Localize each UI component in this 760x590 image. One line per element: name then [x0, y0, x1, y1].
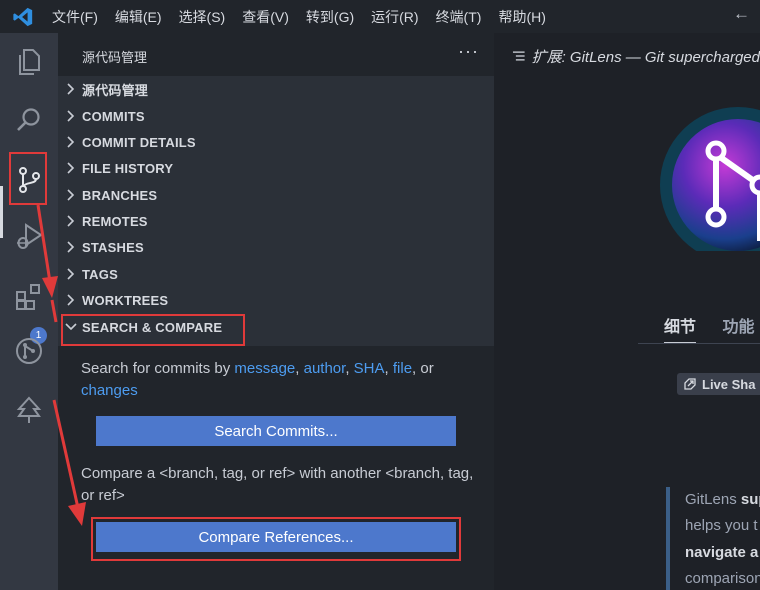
- chevron-right-icon: [67, 162, 75, 174]
- link-changes[interactable]: changes: [81, 382, 138, 399]
- active-indicator: [0, 186, 3, 238]
- section-tags[interactable]: TAGS: [58, 261, 494, 287]
- quote-bar: [666, 487, 670, 590]
- chevron-right-icon: [67, 136, 75, 148]
- desc-plain: helps you t: [685, 517, 758, 534]
- highlight-search-compare: [61, 314, 245, 346]
- description-line-1: GitLens sup: [685, 491, 760, 508]
- desc-bold: navigate a: [685, 544, 759, 561]
- sections-panel: 源代码管理 COMMITS COMMIT DETAILS FILE HISTOR…: [58, 76, 494, 346]
- sidebar: 源代码管理 ··· 源代码管理 COMMITS COMMIT DETAILS F…: [58, 33, 494, 590]
- menu-terminal[interactable]: 终端(T): [436, 7, 482, 27]
- compare-description: Compare a <branch, tag, or ref> with ano…: [81, 465, 474, 504]
- chevron-right-icon: [67, 268, 75, 280]
- section-label: BRANCHES: [82, 187, 158, 203]
- extensions-icon[interactable]: [14, 282, 44, 312]
- section-label: TAGS: [82, 266, 118, 282]
- chevron-right-icon: [67, 241, 75, 253]
- link-author[interactable]: author: [304, 360, 346, 377]
- link-message[interactable]: message: [234, 360, 295, 377]
- link-file[interactable]: file: [393, 360, 412, 377]
- section-label: REMOTES: [82, 213, 148, 229]
- back-arrow-icon[interactable]: ←: [733, 4, 750, 24]
- editor-area: 扩展: GitLens — Git supercharged 细节 功能 Liv…: [494, 33, 760, 590]
- search-text: Search for commits by: [81, 360, 231, 377]
- section-label: COMMITS: [82, 108, 145, 124]
- desc-plain: comparison: [685, 570, 760, 587]
- section-remotes[interactable]: REMOTES: [58, 208, 494, 234]
- live-share-badge[interactable]: Live Sha: [677, 373, 760, 395]
- separator: ,: [295, 360, 300, 377]
- preview-icon: [512, 51, 525, 61]
- section-label: 源代码管理: [82, 82, 149, 98]
- tab-title: 扩展: GitLens — Git supercharged: [531, 48, 760, 66]
- separator: , or: [412, 360, 434, 377]
- section-label: STASHES: [82, 239, 144, 255]
- vscode-logo-icon: [13, 7, 33, 26]
- tab-features[interactable]: 功能: [722, 319, 754, 336]
- editor-tab[interactable]: 扩展: GitLens — Git supercharged: [494, 33, 760, 79]
- search-icon[interactable]: [14, 105, 44, 135]
- menu-help[interactable]: 帮助(H): [498, 7, 545, 27]
- section-branches[interactable]: BRANCHES: [58, 182, 494, 208]
- menu-selection[interactable]: 选择(S): [179, 7, 226, 27]
- tree-icon[interactable]: [14, 395, 44, 425]
- section-worktrees[interactable]: WORKTREES: [58, 287, 494, 313]
- activity-bar: 1: [0, 33, 58, 590]
- section-file-history[interactable]: FILE HISTORY: [58, 155, 494, 181]
- chevron-right-icon: [67, 189, 75, 201]
- link-sha[interactable]: SHA: [354, 360, 385, 377]
- more-actions-icon[interactable]: ···: [458, 41, 479, 62]
- menu-bar: 文件(F) 编辑(E) 选择(S) 查看(V) 转到(G) 运行(R) 终端(T…: [0, 0, 760, 33]
- menu-view[interactable]: 查看(V): [242, 7, 289, 27]
- description-line-4: comparison: [685, 570, 760, 587]
- menu-run[interactable]: 运行(R): [371, 7, 418, 27]
- extension-tabs: 细节 功能: [664, 313, 754, 343]
- description-line-3: navigate a: [685, 544, 758, 561]
- chevron-right-icon: [67, 83, 75, 95]
- run-debug-icon[interactable]: [14, 222, 44, 252]
- separator: ,: [345, 360, 350, 377]
- gitlens-icon[interactable]: [14, 336, 44, 366]
- section-source-control[interactable]: 源代码管理: [58, 76, 494, 102]
- explorer-icon[interactable]: [14, 46, 44, 76]
- highlight-source-control: [9, 152, 47, 205]
- chevron-right-icon: [67, 110, 75, 122]
- section-commit-details[interactable]: COMMIT DETAILS: [58, 129, 494, 155]
- section-commits[interactable]: COMMITS: [58, 103, 494, 129]
- section-label: WORKTREES: [82, 292, 169, 308]
- separator: ,: [384, 360, 389, 377]
- live-share-icon: [684, 378, 696, 390]
- search-description: Search for commits by message, author, S…: [81, 358, 481, 402]
- menu-go[interactable]: 转到(G): [306, 7, 354, 27]
- search-commits-button[interactable]: Search Commits...: [96, 416, 456, 446]
- section-label: COMMIT DETAILS: [82, 134, 196, 150]
- live-share-label: Live Sha: [702, 376, 756, 392]
- menu-edit[interactable]: 编辑(E): [115, 7, 162, 27]
- gitlens-logo-icon: [660, 107, 760, 263]
- gitlens-logo: [660, 101, 760, 263]
- description-line-2: helps you t: [685, 517, 758, 534]
- highlight-compare-button: [91, 517, 461, 561]
- section-label: FILE HISTORY: [82, 160, 174, 176]
- menu-file[interactable]: 文件(F): [52, 7, 98, 27]
- tab-divider: [638, 343, 760, 344]
- tab-details[interactable]: 细节: [664, 319, 697, 343]
- sidebar-title: 源代码管理: [82, 50, 148, 65]
- chevron-right-icon: [67, 294, 75, 306]
- chevron-right-icon: [67, 215, 75, 227]
- section-stashes[interactable]: STASHES: [58, 234, 494, 260]
- desc-bold: sup: [740, 491, 760, 508]
- desc-plain: GitLens: [685, 491, 741, 508]
